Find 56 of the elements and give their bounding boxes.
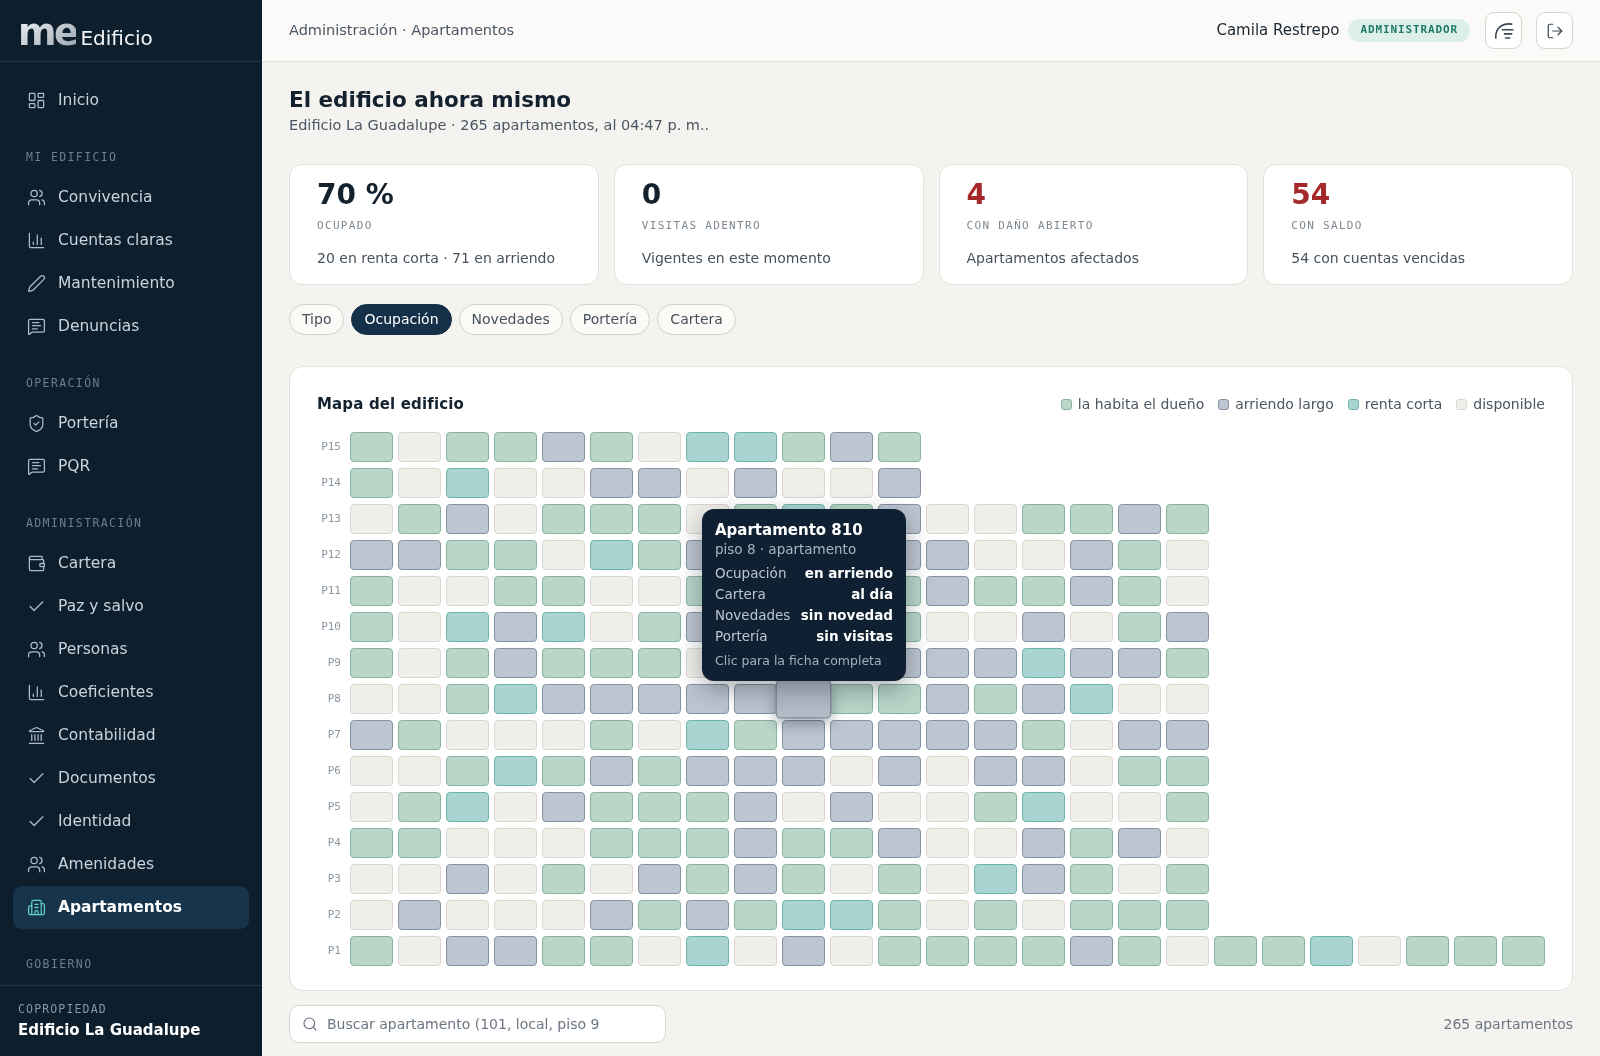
- floor-label: P2: [326, 906, 341, 923]
- tooltip-label: Cartera: [715, 584, 766, 604]
- tooltip-hint: Clic para la ficha completa: [715, 653, 883, 669]
- tooltip-value: al día: [851, 584, 893, 604]
- page-title: El edificio ahora mismo: [289, 86, 573, 114]
- footer-caption: COPROPIEDAD: [18, 1002, 108, 1017]
- stat-note: 54 con cuentas vencidas: [1291, 249, 1466, 268]
- stat-value: 70 %: [317, 178, 394, 212]
- role-badge: ADMINISTRADOR: [1348, 19, 1470, 42]
- stat-label: CON SALDO: [1291, 218, 1363, 234]
- floor-label: P10: [320, 618, 341, 635]
- floor-label: P4: [326, 834, 341, 851]
- stat-value: 4: [966, 178, 986, 212]
- stat-note: Apartamentos afectados: [966, 249, 1139, 268]
- tooltip-label: Ocupación: [715, 563, 787, 583]
- floor-label: P8: [326, 690, 341, 707]
- stat-label: OCUPADO: [317, 218, 373, 234]
- building-name: Edificio La Guadalupe: [18, 1020, 202, 1040]
- tooltip-subtitle: piso 8 · apartamento: [715, 540, 858, 558]
- floor-label: P15: [320, 438, 341, 455]
- legend-label: la habita el dueño: [1077, 394, 1205, 414]
- section-heading: ADMINISTRACIÓN: [26, 516, 144, 530]
- floor-label: P12: [320, 546, 341, 563]
- tooltip-value: sin novedad: [800, 605, 893, 625]
- breadcrumb: Administración · Apartamentos: [289, 20, 515, 40]
- stat-value: 0: [641, 178, 662, 212]
- floor-label: P9: [326, 654, 341, 671]
- floor-label: P13: [320, 510, 341, 527]
- section-heading: MI EDIFICIO: [26, 150, 119, 164]
- stat-note: 20 en renta corta · 71 en arriendo: [317, 249, 555, 268]
- stat-note: Vigentes en este momento: [641, 249, 831, 268]
- legend-label: renta corta: [1364, 394, 1443, 414]
- floor-label: P7: [326, 726, 341, 743]
- floor-label: P5: [326, 798, 341, 815]
- floor-label: P3: [326, 870, 341, 887]
- floor-label: P1: [326, 942, 341, 959]
- section-heading: GOBIERNO: [26, 957, 94, 971]
- floor-label: P14: [320, 474, 341, 491]
- stat-value: 54: [1291, 178, 1331, 212]
- legend-label: arriendo largo: [1235, 394, 1334, 414]
- tooltip-value: en arriendo: [804, 563, 893, 583]
- section-heading: OPERACIÓN: [26, 376, 102, 390]
- floor-label: P6: [326, 762, 341, 779]
- floor-label: P11: [320, 582, 341, 599]
- tooltip-label: Portería: [715, 626, 768, 646]
- user-name: Camila Restrepo: [1216, 20, 1340, 42]
- stat-label: CON DAÑO ABIERTO: [966, 218, 1094, 234]
- page-subtitle: Edificio La Guadalupe · 265 apartamentos, al 04:47 p. m..: [289, 116, 711, 135]
- stat-label: VISITAS ADENTRO: [641, 218, 761, 234]
- map-title: Mapa del edificio: [317, 393, 464, 415]
- tooltip-title: Apartamento 810: [715, 520, 864, 540]
- logo-text: Edificio: [80, 26, 153, 50]
- legend-label: disponible: [1473, 394, 1545, 414]
- result-count: 265 apartamentos: [1443, 1014, 1573, 1034]
- tooltip-value: sin visitas: [816, 626, 893, 646]
- tooltip-label: Novedades: [715, 605, 791, 625]
